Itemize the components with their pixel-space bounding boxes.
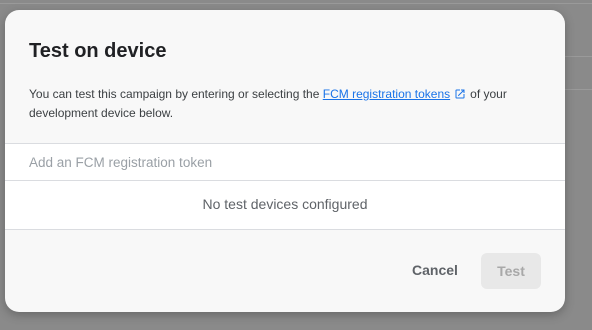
backdrop-divider (0, 3, 592, 4)
fcm-token-input[interactable] (5, 143, 565, 181)
cancel-button[interactable]: Cancel (398, 253, 472, 287)
test-button[interactable]: Test (481, 253, 541, 289)
fcm-tokens-link[interactable]: FCM registration tokens (323, 87, 450, 101)
description-text-before: You can test this campaign by entering o… (29, 87, 320, 101)
dialog-description: You can test this campaign by entering o… (29, 86, 539, 122)
empty-state-text: No test devices configured (202, 196, 368, 212)
dialog-title: Test on device (29, 40, 167, 62)
external-link-icon[interactable] (454, 88, 466, 105)
test-on-device-dialog: Test on device You can test this campaig… (5, 10, 565, 312)
